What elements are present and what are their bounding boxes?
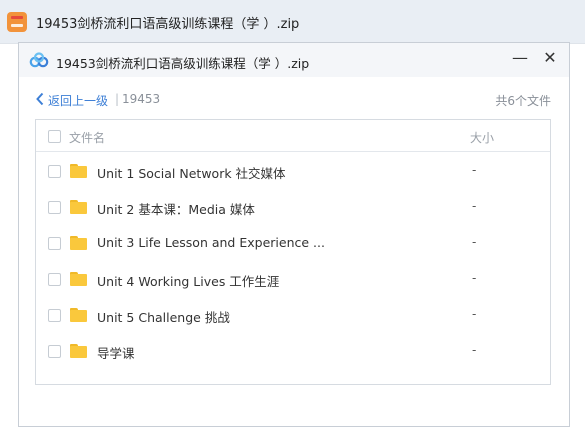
dialog-title: 19453剑桥流利口语高级训练课程（学 ）.zip (56, 56, 310, 71)
breadcrumb-separator: | (115, 92, 120, 106)
file-size: - (472, 271, 477, 285)
file-count: 共6个文件 (495, 94, 551, 108)
column-header-size[interactable]: 大小 (470, 129, 494, 146)
folder-icon (70, 164, 87, 178)
select-all-checkbox[interactable] (48, 130, 61, 143)
file-name[interactable]: Unit 3 Life Lesson and Experience ... (97, 235, 325, 250)
chevron-left-icon[interactable] (35, 92, 45, 106)
folder-icon (70, 344, 87, 358)
current-folder: 19453 (122, 92, 161, 106)
archive-icon (7, 12, 27, 32)
minimize-button[interactable]: — (507, 45, 533, 71)
list-item[interactable]: Unit 1 Social Network 社交媒体 - (36, 154, 550, 190)
app-title-bar: 19453剑桥流利口语高级训练课程（学 ）.zip (0, 0, 585, 44)
archive-dialog: 19453剑桥流利口语高级训练课程（学 ）.zip — ✕ 返回上一级 | 19… (18, 42, 570, 427)
breadcrumb: 返回上一级 | 19453 共6个文件 (19, 89, 569, 109)
close-button[interactable]: ✕ (537, 45, 563, 71)
file-size: - (472, 307, 477, 321)
list-header: 文件名 大小 (36, 120, 550, 152)
row-checkbox[interactable] (48, 165, 61, 178)
row-checkbox[interactable] (48, 309, 61, 322)
dialog-header: 19453剑桥流利口语高级训练课程（学 ）.zip — ✕ (19, 43, 569, 77)
app-title: 19453剑桥流利口语高级训练课程（学 ）.zip (36, 17, 300, 32)
file-size: - (472, 235, 477, 249)
row-checkbox[interactable] (48, 273, 61, 286)
file-size: - (472, 163, 477, 177)
file-name[interactable]: Unit 5 Challenge 挑战 (97, 307, 230, 326)
file-size: - (472, 343, 477, 357)
file-name[interactable]: Unit 4 Working Lives 工作生涯 (97, 271, 279, 290)
file-list: 文件名 大小 Unit 1 Social Network 社交媒体 - Unit… (35, 119, 551, 385)
folder-icon (70, 308, 87, 322)
file-name[interactable]: 导学课 (97, 343, 135, 362)
file-size: - (472, 199, 477, 213)
folder-icon (70, 236, 87, 250)
list-item[interactable]: Unit 2 基本课：Media 媒体 - (36, 190, 550, 226)
file-name[interactable]: Unit 1 Social Network 社交媒体 (97, 163, 286, 182)
column-header-name[interactable]: 文件名 (69, 129, 105, 146)
row-checkbox[interactable] (48, 201, 61, 214)
baidu-cloud-logo-icon (29, 52, 49, 68)
list-item[interactable]: Unit 3 Life Lesson and Experience ... - (36, 226, 550, 262)
list-item[interactable]: Unit 4 Working Lives 工作生涯 - (36, 262, 550, 298)
back-button[interactable]: 返回上一级 (48, 92, 108, 109)
list-item[interactable]: Unit 5 Challenge 挑战 - (36, 298, 550, 334)
folder-icon (70, 272, 87, 286)
list-item[interactable]: 导学课 - (36, 334, 550, 370)
row-checkbox[interactable] (48, 345, 61, 358)
row-checkbox[interactable] (48, 237, 61, 250)
folder-icon (70, 200, 87, 214)
file-name[interactable]: Unit 2 基本课：Media 媒体 (97, 199, 255, 218)
